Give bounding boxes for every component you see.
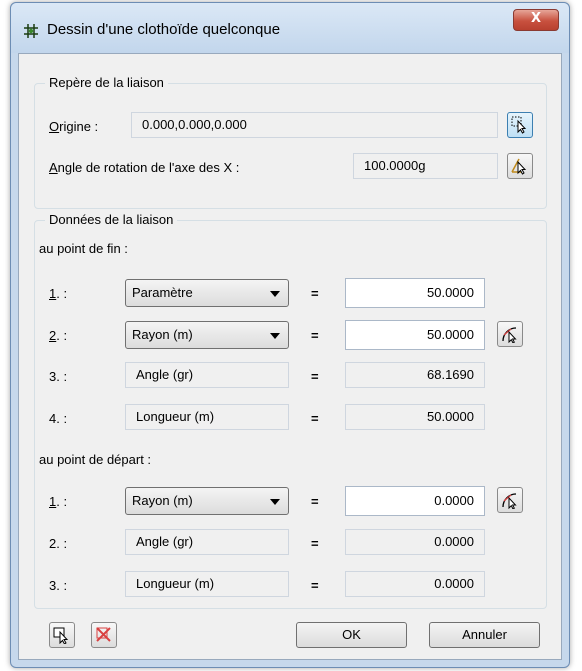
group-repere-title: Repère de la liaison bbox=[45, 75, 168, 90]
fin-row4-number: 4. : bbox=[49, 411, 68, 426]
fin-row2-equals: = bbox=[311, 328, 319, 343]
depart-row3-value: 0.0000 bbox=[345, 571, 485, 597]
pick-angle-button[interactable] bbox=[507, 153, 533, 179]
pick-radius-start-button[interactable] bbox=[497, 487, 523, 513]
fin-row4-value: 50.0000 bbox=[345, 404, 485, 430]
origine-field: 0.000,0.000,0.000 bbox=[131, 112, 498, 138]
select-entity-button[interactable] bbox=[49, 622, 75, 648]
fin-row3-label: Angle (gr) bbox=[125, 362, 289, 388]
fin-row3-value: 68.1690 bbox=[345, 362, 485, 388]
fin-row3-equals: = bbox=[311, 369, 319, 384]
fin-row1-value-input[interactable]: 50.0000 bbox=[345, 278, 485, 308]
fin-row1-select[interactable]: Paramètre bbox=[125, 279, 289, 307]
close-button[interactable]: X bbox=[513, 9, 559, 31]
fin-heading: au point de fin : bbox=[39, 241, 128, 256]
depart-row1-equals: = bbox=[311, 494, 319, 509]
origine-label: Origine : bbox=[49, 119, 99, 134]
fin-row2-number: 2. : bbox=[49, 328, 68, 343]
delete-entity-icon bbox=[96, 627, 111, 642]
group-donnees-title: Données de la liaison bbox=[45, 212, 178, 227]
fin-row2-select[interactable]: Rayon (m) bbox=[125, 321, 289, 349]
close-icon: X bbox=[530, 11, 542, 26]
depart-row3-equals: = bbox=[311, 578, 319, 593]
pick-radius-end-button[interactable] bbox=[497, 321, 523, 347]
clothoid-app-icon bbox=[24, 24, 38, 38]
cancel-button[interactable]: Annuler bbox=[429, 622, 540, 648]
chevron-down-icon bbox=[270, 291, 280, 297]
chevron-down-icon bbox=[270, 499, 280, 505]
fin-row2-value-input[interactable]: 50.0000 bbox=[345, 320, 485, 350]
pick-angle-icon bbox=[511, 158, 527, 175]
fin-row4-label: Longueur (m) bbox=[125, 404, 289, 430]
ok-button[interactable]: OK bbox=[296, 622, 407, 648]
depart-row2-value: 0.0000 bbox=[345, 529, 485, 555]
depart-row3-label: Longueur (m) bbox=[125, 571, 289, 597]
pick-cursor-icon bbox=[511, 116, 527, 134]
select-entity-icon bbox=[53, 627, 69, 644]
fin-row1-equals: = bbox=[311, 286, 319, 301]
depart-row1-select[interactable]: Rayon (m) bbox=[125, 487, 289, 515]
chevron-down-icon bbox=[270, 333, 280, 339]
depart-heading: au point de départ : bbox=[39, 452, 152, 467]
fin-row1-number: 1. : bbox=[49, 286, 68, 301]
pick-origin-button[interactable] bbox=[507, 112, 533, 138]
window-title: Dessin d'une clothoïde quelconque bbox=[47, 21, 281, 38]
fin-row4-equals: = bbox=[311, 411, 319, 426]
angle-rotation-label: Angle de rotation de l'axe des X : bbox=[49, 160, 240, 175]
fin-row3-number: 3. : bbox=[49, 369, 68, 384]
depart-row3-number: 3. : bbox=[49, 578, 68, 593]
dialog-client: Repère de la liaison Origine : 0.000,0.0… bbox=[18, 53, 562, 660]
delete-entity-button[interactable] bbox=[91, 622, 117, 648]
group-repere: Repère de la liaison bbox=[34, 75, 547, 209]
depart-row1-value-input[interactable]: 0.0000 bbox=[345, 486, 485, 516]
depart-row2-number: 2. : bbox=[49, 536, 68, 551]
pick-radius-icon bbox=[502, 327, 517, 343]
depart-row2-label: Angle (gr) bbox=[125, 529, 289, 555]
depart-row1-number: 1. : bbox=[49, 494, 68, 509]
title-bar: Dessin d'une clothoïde quelconque X bbox=[11, 3, 569, 53]
dialog-window: Dessin d'une clothoïde quelconque X Repè… bbox=[10, 2, 570, 668]
depart-row2-equals: = bbox=[311, 536, 319, 551]
pick-radius-icon bbox=[502, 493, 517, 509]
angle-rotation-field: 100.0000g bbox=[353, 153, 498, 179]
